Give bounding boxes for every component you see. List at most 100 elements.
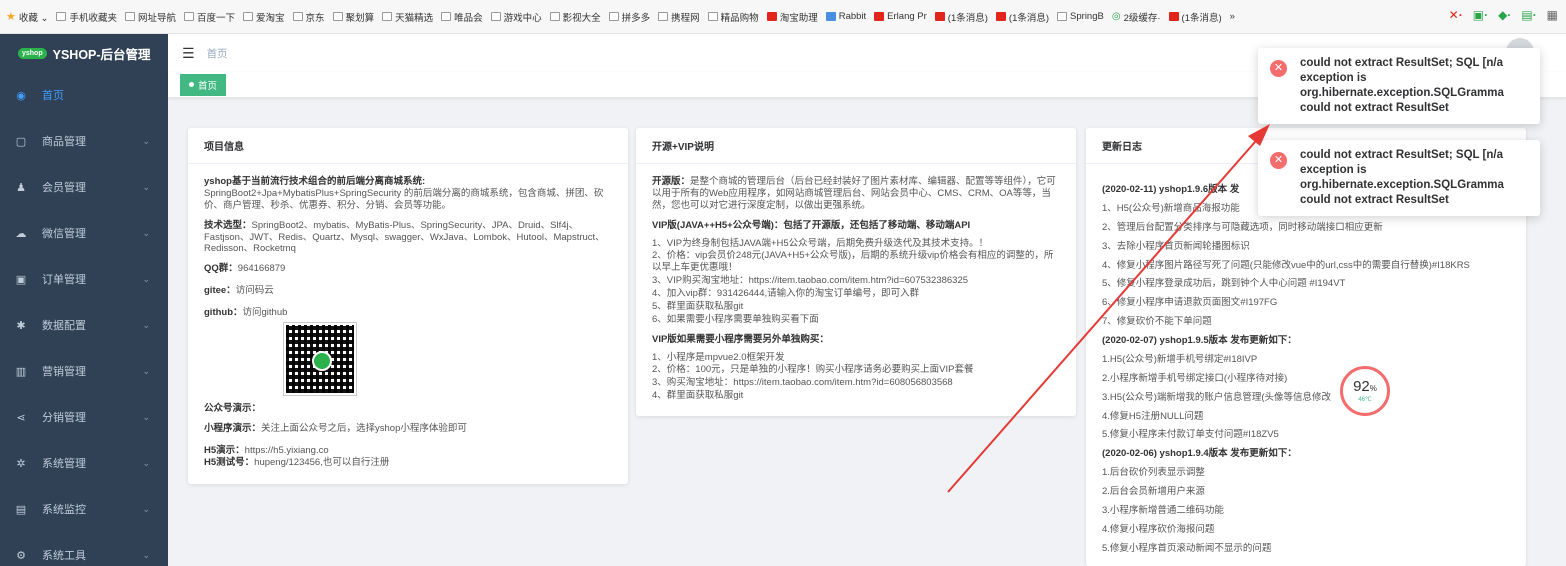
bookmark-label: 携程网 — [671, 12, 700, 24]
sidebar-item[interactable]: ♟ 会员管理 ⌄ — [0, 164, 168, 210]
logo-text: YSHOP-后台管理 — [52, 47, 151, 62]
breadcrumb[interactable]: 首页 — [207, 46, 228, 61]
extension-icon[interactable]: ✕· — [1449, 8, 1463, 22]
error-notification[interactable]: ✕ could not extract ResultSet; SQL [n/a e… — [1258, 140, 1540, 216]
changelog-entry: 2.小程序新增手机号绑定接口(小程序待对接) — [1102, 372, 1288, 384]
bookmark-item[interactable]: 聚划算 — [332, 10, 375, 24]
notification-text: org.hibernate.exception.SQLGramma — [1300, 178, 1504, 191]
dashboard-icon: ◉ — [16, 89, 26, 102]
sidebar-item[interactable]: ✲ 系统管理 ⌄ — [0, 440, 168, 486]
bookmark-item[interactable]: 手机收藏夹 — [56, 10, 117, 24]
bookmark-label: » — [1229, 11, 1235, 22]
bookmark-item[interactable]: 百度一下 — [184, 10, 235, 24]
monitor-icon: ▤ — [15, 503, 27, 516]
gitee-label: gitee： — [204, 285, 236, 297]
memory-gauge[interactable]: 92% 46℃ — [1340, 366, 1390, 416]
bookmark-label: SpringB — [1070, 11, 1104, 22]
bookmark-item[interactable]: 精品购物 — [707, 10, 759, 24]
sidebar-item[interactable]: ◉ 首页 — [0, 72, 168, 118]
logo-badge: yshop — [18, 47, 47, 59]
page-icon — [441, 12, 452, 21]
bookmark-label: 拼多多 — [621, 12, 651, 24]
bookmark-label: (1条消息) — [1181, 12, 1222, 24]
bookmark-item[interactable]: (1条消息) — [995, 10, 1049, 24]
h5-link[interactable]: https://h5.yixiang.co — [245, 445, 329, 456]
member-icon: ♟ — [16, 181, 26, 194]
project-card: 项目信息 yshop基于当前流行技术组合的前后端分离商城系统: SpringBo… — [188, 128, 628, 484]
chevron-down-icon: ⌄ — [142, 227, 150, 238]
list-item: 1、VIP为终身制包括JAVA端+H5公众号端，后期免费升级迭代及其技术支持。！ — [652, 237, 989, 249]
chevron-down-icon: ⌄ — [142, 503, 150, 514]
tools-icon: ⚙ — [16, 549, 26, 562]
sidebar-item[interactable]: ⚙ 系统工具 ⌄ — [0, 532, 168, 566]
gauge-unit: % — [1369, 384, 1377, 393]
bookmark-item[interactable]: SpringB — [1057, 11, 1104, 22]
notification-text: could not extract ResultSet; SQL [n/a — [1300, 149, 1503, 161]
changelog-entry: 5.修复小程序未付款订单支付问题#I18ZV5 — [1102, 429, 1279, 441]
mini-value: 关注上面公众号之后，选择yshop小程序体验即可 — [261, 422, 467, 434]
error-notification[interactable]: ✕ could not extract ResultSet; SQL [n/a e… — [1258, 48, 1540, 124]
gitee-link[interactable]: 访问码云 — [236, 285, 274, 296]
bookmark-label: 爱淘宝 — [256, 12, 285, 24]
bookmark-label: 唯品会 — [454, 12, 483, 24]
github-link[interactable]: 访问github — [243, 307, 288, 318]
bookmark-item[interactable]: (1条消息) — [934, 10, 988, 24]
page-icon — [184, 12, 195, 21]
h5-account-label: H5测试号： — [204, 456, 255, 468]
sidebar-item[interactable]: ☁ 微信管理 ⌄ — [0, 210, 168, 256]
bookmark-item[interactable]: 游戏中心 — [490, 10, 542, 24]
sidebar-item-label: 系统工具 — [42, 550, 86, 562]
sidebar-item-label: 会员管理 — [42, 182, 86, 194]
extension-icon[interactable]: ▤· — [1521, 8, 1536, 22]
sidebar-item[interactable]: ▤ 系统监控 ⌄ — [0, 486, 168, 532]
bookmark-item[interactable]: 天猫精选 — [382, 10, 433, 24]
list-item: 4、群里面获取私服git — [652, 390, 744, 402]
bookmark-item[interactable]: Rabbit — [825, 11, 866, 22]
bookmark-item[interactable]: 拼多多 — [608, 10, 651, 24]
bookmark-item[interactable]: 爱淘宝 — [243, 10, 285, 24]
bookmark-item[interactable]: Erlang Pr — [874, 11, 927, 22]
bookmark-item[interactable]: 影视大全 — [549, 10, 601, 24]
bookmark-label: 2级缓存· — [1123, 12, 1161, 24]
chevron-down-icon: ⌄ — [142, 549, 150, 560]
logo[interactable]: yshop YSHOP-后台管理 — [0, 34, 168, 72]
bookmark-item[interactable]: 网址导航 — [125, 10, 176, 24]
bookmark-label: 手机收藏夹 — [69, 12, 117, 24]
chevron-down-icon: ⌄ — [142, 319, 150, 330]
bookmark-item[interactable]: 唯品会 — [441, 10, 483, 24]
bookmark-item[interactable]: ◎ 2级缓存· — [1112, 10, 1161, 24]
changelog-entry: 4.修复H5注册NULL问题 — [1102, 410, 1204, 422]
bookmark-item[interactable]: ★ 收藏 ⌄ — [6, 10, 48, 24]
sidebar-item[interactable]: ▣ 订单管理 ⌄ — [0, 256, 168, 302]
sidebar-item[interactable]: ⋖ 分销管理 ⌄ — [0, 394, 168, 440]
tag-label: 首页 — [198, 80, 218, 92]
blue-page-icon — [825, 12, 836, 21]
changelog-entry: 5、修复小程序登录成功后，跳到钟个人中心问题 #I194VT — [1102, 278, 1346, 290]
bookmark-item[interactable]: » — [1230, 11, 1235, 22]
intro-body: SpringBoot2+Jpa+MybatisPlus+SpringSecuri… — [204, 187, 604, 211]
chevron-down-icon: ⌄ — [142, 135, 150, 146]
open-body: 是整个商城的管理后台（后台已经封装好了图片素材库、编辑器、配置等等组件），它可以… — [652, 176, 1056, 211]
bookmark-item[interactable]: 京东 — [292, 10, 325, 24]
changelog-entry: 5.修复小程序首页滚动新闻不显示的问题 — [1102, 542, 1272, 554]
sidebar-item[interactable]: ▢ 商品管理 ⌄ — [0, 118, 168, 164]
error-icon: ✕ — [1270, 152, 1287, 169]
intro-title: yshop基于当前流行技术组合的前后端分离商城系统: — [204, 176, 426, 187]
sidebar-item[interactable]: ▥ 营销管理 ⌄ — [0, 348, 168, 394]
grid-icon[interactable]: ▦ — [1547, 8, 1558, 22]
extension-icon[interactable]: ▣· — [1473, 8, 1488, 22]
red-page-icon — [934, 12, 945, 21]
bookmark-item[interactable]: (1条消息) — [1168, 10, 1222, 24]
tag-home[interactable]: 首页 — [180, 73, 227, 96]
page-icon — [658, 12, 669, 21]
changelog-entry: 3.H5(公众号)端新增我的账户信息管理(头像等信息修改 — [1102, 391, 1332, 403]
qq-value: 964166879 — [237, 263, 286, 275]
hamburger-icon[interactable]: ☰ — [182, 45, 195, 62]
bookmark-label: 聚划算 — [345, 12, 375, 24]
extension-icon[interactable]: ◆· — [1498, 8, 1511, 22]
bookmark-item[interactable]: 携程网 — [658, 10, 700, 24]
sidebar-item-label: 营销管理 — [42, 366, 86, 378]
bookmark-item[interactable]: 淘宝助理 — [766, 10, 818, 24]
h5-account-value: hupeng/123456,也可以自行注册 — [254, 456, 390, 468]
sidebar-item[interactable]: ✱ 数据配置 ⌄ — [0, 302, 168, 348]
